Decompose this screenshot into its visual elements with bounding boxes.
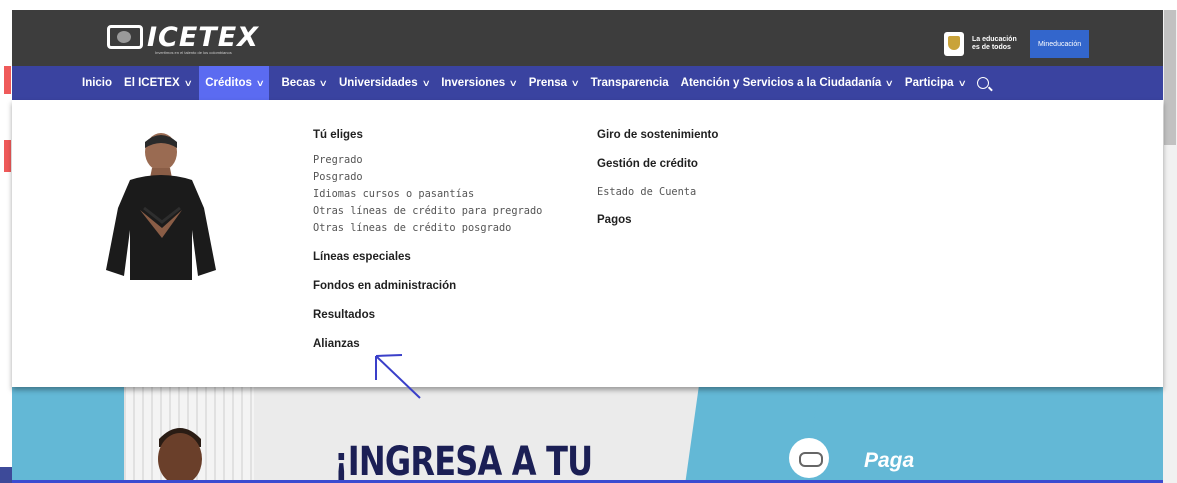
nav-item-participa[interactable]: Participa ∨	[899, 66, 971, 100]
icetex-logo[interactable]: ICETEX Invertimos en el talento de los c…	[107, 21, 259, 55]
nav-label: Atención y Servicios a la Ciudadanía	[680, 77, 882, 89]
menu-link-idiomas[interactable]: Idiomas cursos o pasantías	[313, 186, 542, 203]
colombia-shield-icon	[944, 32, 964, 56]
mineducacion-button[interactable]: Mineducación	[1030, 30, 1090, 58]
scrollbar-thumb[interactable]	[1164, 10, 1176, 145]
menu-heading-giro[interactable]: Giro de sostenimiento	[597, 128, 718, 142]
nav-label: Inversiones	[441, 77, 506, 89]
nav-item-inicio[interactable]: Inicio	[76, 66, 118, 100]
logo-text: ICETEX	[147, 21, 259, 53]
chevron-down-icon: ∨	[421, 77, 431, 88]
nav-item-transparencia[interactable]: Transparencia	[585, 66, 675, 100]
nav-item-prensa[interactable]: Prensa ∨	[523, 66, 585, 100]
sign-language-interpreter-image	[106, 133, 216, 280]
creditos-mega-menu: Tú eliges Pregrado Posgrado Idiomas curs…	[12, 100, 1163, 387]
menu-link-estado-cuenta[interactable]: Estado de Cuenta	[597, 184, 718, 201]
government-logo[interactable]: La educación es de todos Mineducación	[944, 30, 1090, 58]
banner-title: ¡INGRESA A TU	[334, 439, 593, 483]
chevron-down-icon: ∨	[570, 77, 580, 88]
chevron-down-icon: ∨	[885, 77, 895, 88]
hero-banner[interactable]: ¡INGRESA A TU Paga	[12, 387, 1163, 483]
search-icon[interactable]	[977, 77, 990, 89]
banner-student-image	[158, 428, 202, 483]
nav-label: Créditos	[205, 77, 252, 89]
menu-column-right: Giro de sostenimiento Gestión de crédito…	[597, 128, 718, 227]
menu-link-otras-posgrado[interactable]: Otras líneas de crédito posgrado	[313, 220, 542, 237]
menu-heading-resultados[interactable]: Resultados	[313, 308, 542, 322]
top-header-bar: ICETEX Invertimos en el talento de los c…	[12, 10, 1163, 66]
chevron-down-icon: ∨	[255, 77, 265, 88]
menu-link-posgrado[interactable]: Posgrado	[313, 169, 542, 186]
menu-heading-fondos[interactable]: Fondos en administración	[313, 279, 542, 293]
main-navbar: Inicio El ICETEX ∨ Créditos ∨ Becas ∨ Unive…	[12, 66, 1163, 100]
nav-item-atencion[interactable]: Atención y Servicios a la Ciudadanía ∨	[675, 66, 899, 100]
side-marker-top	[4, 66, 11, 94]
nav-item-becas[interactable]: Becas ∨	[275, 66, 332, 100]
nav-label: Universidades	[338, 77, 418, 89]
menu-heading-lineas-especiales[interactable]: Líneas especiales	[313, 250, 542, 264]
nav-item-inversiones[interactable]: Inversiones ∨	[435, 66, 523, 100]
pay-label: Paga	[864, 449, 915, 472]
nav-label: Transparencia	[590, 77, 669, 89]
nav-item-el-icetex[interactable]: El ICETEX ∨	[118, 66, 197, 100]
payment-icon	[789, 438, 829, 478]
annotation-arrow-icon	[375, 354, 421, 399]
menu-heading-tu-eliges[interactable]: Tú eliges	[313, 128, 542, 142]
chevron-down-icon: ∨	[319, 77, 329, 88]
chevron-down-icon: ∨	[508, 77, 519, 88]
nav-label: Participa	[904, 77, 954, 89]
menu-heading-alianzas[interactable]: Alianzas	[313, 337, 542, 351]
nav-label: Inicio	[82, 77, 113, 89]
menu-heading-pagos[interactable]: Pagos	[597, 213, 718, 227]
menu-link-pregrado[interactable]: Pregrado	[313, 152, 542, 169]
logo-tagline: Invertimos en el talento de los colombia…	[155, 50, 232, 55]
bottom-left-edge	[0, 467, 12, 483]
chevron-down-icon: ∨	[183, 77, 193, 88]
menu-heading-gestion[interactable]: Gestión de crédito	[597, 157, 718, 171]
gov-slogan: La educación es de todos	[972, 36, 1017, 51]
nav-label: Prensa	[528, 77, 568, 89]
nav-label: Becas	[281, 77, 316, 89]
chevron-down-icon: ∨	[957, 77, 967, 88]
nav-item-universidades[interactable]: Universidades ∨	[333, 66, 435, 100]
nav-item-creditos[interactable]: Créditos ∨	[199, 66, 270, 100]
menu-column-left: Tú eliges Pregrado Posgrado Idiomas curs…	[313, 128, 542, 351]
globe-icon	[107, 25, 143, 49]
nav-label: El ICETEX	[124, 77, 180, 89]
side-marker-middle	[4, 140, 11, 172]
menu-link-otras-pregrado[interactable]: Otras líneas de crédito para pregrado	[313, 203, 542, 220]
vertical-scrollbar[interactable]	[1163, 10, 1177, 483]
